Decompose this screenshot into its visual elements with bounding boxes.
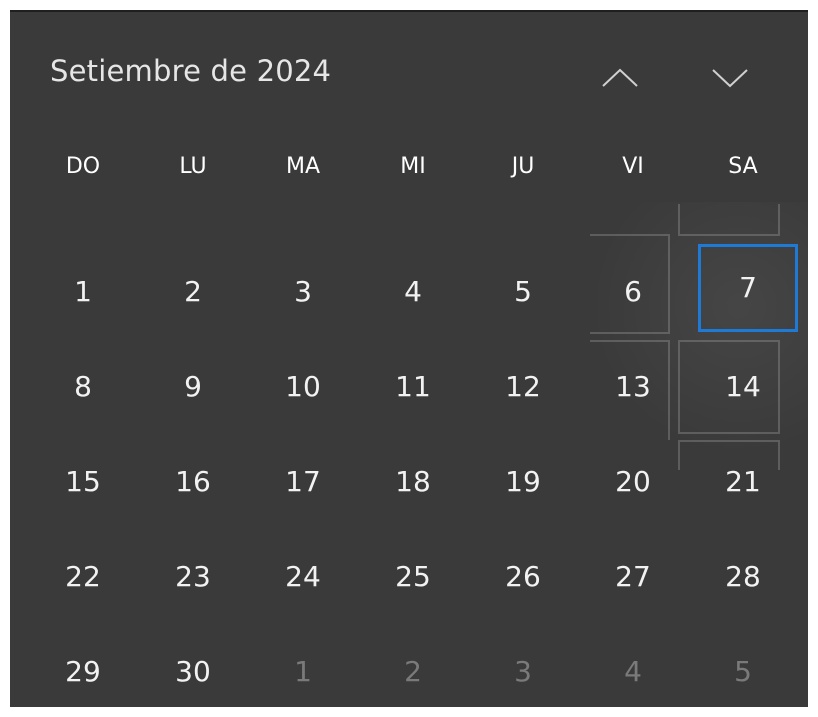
day-number: 2 <box>404 655 422 688</box>
day-cell[interactable]: 22 <box>28 529 138 624</box>
day-cell-next-month[interactable]: 2 <box>358 624 468 707</box>
weekday-header-row: DO LU MA MI JU VI SA <box>28 152 798 182</box>
weekday-wednesday: MI <box>400 154 426 179</box>
day-cell[interactable]: 9 <box>138 339 248 434</box>
day-cell[interactable]: 23 <box>138 529 248 624</box>
day-number: 30 <box>175 655 211 688</box>
day-cell[interactable]: 25 <box>358 529 468 624</box>
weekday-friday: VI <box>622 154 644 179</box>
day-number: 3 <box>514 655 532 688</box>
day-number: 11 <box>395 370 431 403</box>
day-number: 22 <box>65 560 101 593</box>
day-number: 9 <box>184 370 202 403</box>
day-number: 15 <box>65 465 101 498</box>
day-cell[interactable]: 6 <box>578 244 688 339</box>
day-cell[interactable]: 13 <box>578 339 688 434</box>
day-cell[interactable]: 1 <box>28 244 138 339</box>
day-number: 13 <box>615 370 651 403</box>
day-cell[interactable]: 27 <box>578 529 688 624</box>
day-cell[interactable]: 2 <box>138 244 248 339</box>
next-month-button[interactable] <box>700 56 760 100</box>
day-number: 3 <box>294 275 312 308</box>
day-cell[interactable]: 15 <box>28 434 138 529</box>
day-cell[interactable]: 17 <box>248 434 358 529</box>
day-number: 23 <box>175 560 211 593</box>
month-title[interactable]: Setiembre de 2024 <box>50 54 331 88</box>
day-number: 4 <box>404 275 422 308</box>
day-cell[interactable]: 4 <box>358 244 468 339</box>
day-number: 5 <box>514 275 532 308</box>
weekday-tuesday: MA <box>285 154 321 179</box>
day-number: 28 <box>725 560 761 593</box>
weekday-sunday: DO <box>65 154 101 179</box>
day-number: 14 <box>725 370 761 403</box>
day-cell[interactable]: 11 <box>358 339 468 434</box>
day-number: 10 <box>285 370 321 403</box>
reveal-border <box>678 204 780 236</box>
previous-month-button[interactable] <box>590 56 650 100</box>
day-number: 18 <box>395 465 431 498</box>
weekday-thursday: JU <box>511 154 535 179</box>
day-cell[interactable]: 30 <box>138 624 248 707</box>
day-cell[interactable]: 16 <box>138 434 248 529</box>
day-number: 20 <box>615 465 651 498</box>
day-number: 1 <box>74 275 92 308</box>
day-cell[interactable]: 5 <box>468 244 578 339</box>
weekday-monday: LU <box>179 154 207 179</box>
chevron-up-icon <box>602 68 638 87</box>
day-cell-next-month[interactable]: 3 <box>468 624 578 707</box>
day-cell-next-month[interactable]: 5 <box>688 624 798 707</box>
day-number: 19 <box>505 465 541 498</box>
day-number: 7 <box>739 271 757 304</box>
day-cell-next-month[interactable]: 1 <box>248 624 358 707</box>
day-number: 4 <box>624 655 642 688</box>
day-cell[interactable]: 26 <box>468 529 578 624</box>
day-number: 12 <box>505 370 541 403</box>
day-number: 16 <box>175 465 211 498</box>
days-grid: 1 2 3 4 5 6 7 8 9 10 11 12 13 14 15 16 17 18 19 20 21 22 23 24 2… <box>28 244 798 707</box>
day-cell[interactable]: 12 <box>468 339 578 434</box>
day-number: 1 <box>294 655 312 688</box>
day-number: 29 <box>65 655 101 688</box>
day-number: 5 <box>734 655 752 688</box>
day-cell[interactable]: 3 <box>248 244 358 339</box>
day-cell[interactable]: 8 <box>28 339 138 434</box>
day-number: 8 <box>74 370 92 403</box>
day-number: 24 <box>285 560 321 593</box>
day-cell[interactable]: 10 <box>248 339 358 434</box>
day-cell[interactable]: 29 <box>28 624 138 707</box>
day-cell[interactable]: 20 <box>578 434 688 529</box>
day-number: 26 <box>505 560 541 593</box>
day-cell[interactable]: 18 <box>358 434 468 529</box>
day-cell[interactable]: 24 <box>248 529 358 624</box>
day-cell[interactable]: 19 <box>468 434 578 529</box>
day-number: 21 <box>725 465 761 498</box>
day-cell-today[interactable]: 7 <box>688 244 798 339</box>
calendar-flyout: Setiembre de 2024 DO LU MA MI JU VI SA 1… <box>10 10 808 707</box>
day-cell-next-month[interactable]: 4 <box>578 624 688 707</box>
day-number: 2 <box>184 275 202 308</box>
day-cell[interactable]: 28 <box>688 529 798 624</box>
calendar-header: Setiembre de 2024 <box>10 12 808 130</box>
chevron-down-icon <box>712 69 748 88</box>
day-number: 27 <box>615 560 651 593</box>
day-cell[interactable]: 21 <box>688 434 798 529</box>
weekday-saturday: SA <box>728 154 758 179</box>
day-number: 17 <box>285 465 321 498</box>
day-number: 6 <box>624 275 642 308</box>
day-cell[interactable]: 14 <box>688 339 798 434</box>
day-number: 25 <box>395 560 431 593</box>
